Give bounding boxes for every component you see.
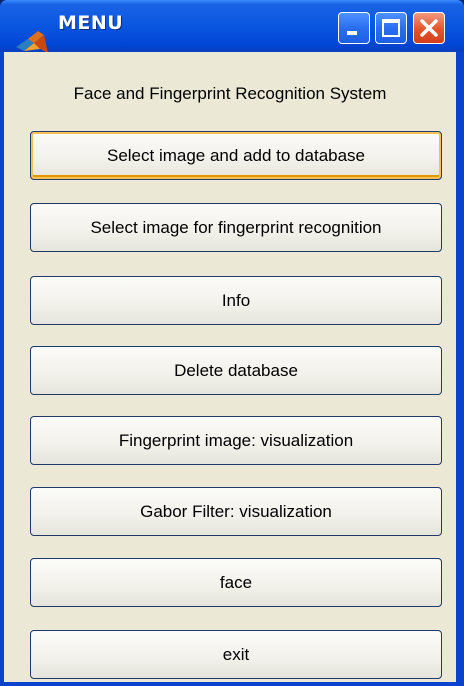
minimize-button[interactable] xyxy=(338,12,370,44)
gabor-filter-visualization-button[interactable]: Gabor Filter: visualization xyxy=(30,487,442,536)
fingerprint-visualization-button[interactable]: Fingerprint image: visualization xyxy=(30,416,442,465)
delete-database-button[interactable]: Delete database xyxy=(30,346,442,395)
face-button[interactable]: face xyxy=(30,558,442,607)
system-title: Face and Fingerprint Recognition System xyxy=(73,84,387,103)
info-button[interactable]: Info xyxy=(30,276,442,325)
close-icon xyxy=(420,19,438,37)
close-button[interactable] xyxy=(413,12,445,44)
window-title: MENU xyxy=(58,12,124,34)
add-to-database-button[interactable]: Select image and add to database xyxy=(30,131,442,180)
window-frame-right xyxy=(456,52,464,686)
fingerprint-recognition-button[interactable]: Select image for fingerprint recognition xyxy=(30,203,442,252)
exit-button[interactable]: exit xyxy=(30,630,442,679)
maximize-button[interactable] xyxy=(375,12,407,44)
client-area: Face and Fingerprint Recognition System … xyxy=(4,52,456,682)
window-frame-bottom xyxy=(0,682,464,686)
maximize-icon xyxy=(382,19,400,37)
minimize-icon xyxy=(347,31,357,35)
title-bar[interactable]: MENU xyxy=(0,0,464,53)
menu-window: MENU Face and Fingerprint Recognition Sy… xyxy=(0,0,464,686)
